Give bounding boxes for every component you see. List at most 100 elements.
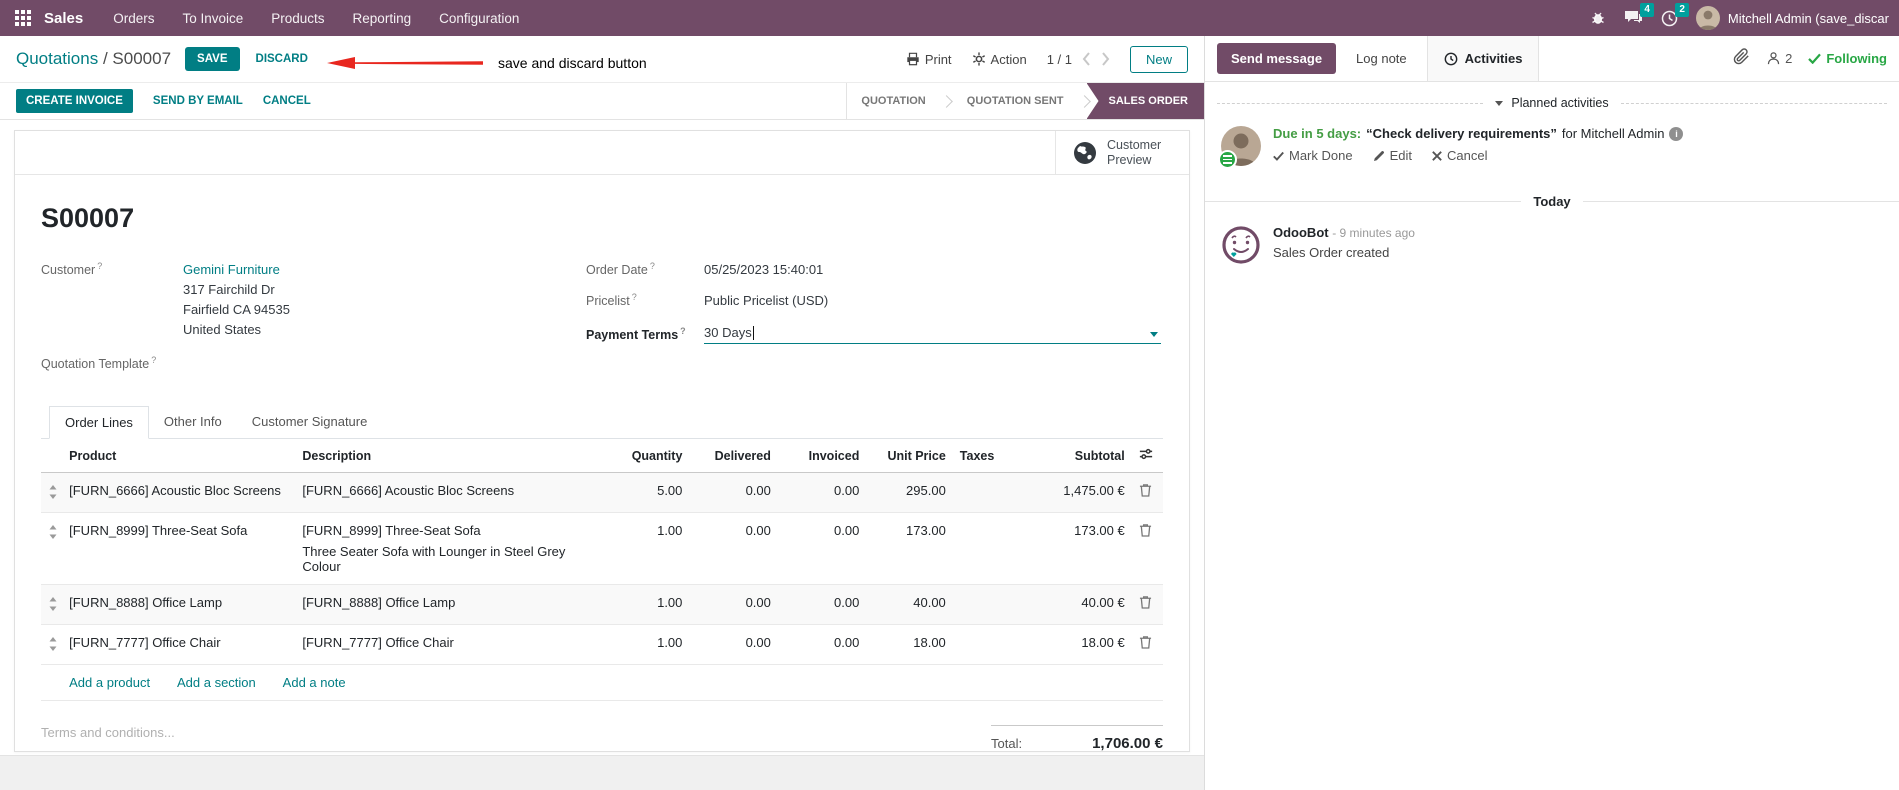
add-a-product-link[interactable]: Add a product — [69, 675, 150, 690]
cell-product[interactable]: [FURN_6666] Acoustic Bloc Screens — [65, 472, 299, 514]
cell-quantity[interactable]: 5.00 — [601, 472, 687, 514]
col-delivered[interactable]: Delivered — [686, 439, 775, 474]
cell-invoiced[interactable]: 0.00 — [774, 624, 864, 666]
col-taxes[interactable]: Taxes — [949, 439, 1013, 474]
cell-quantity[interactable]: 1.00 — [601, 624, 687, 666]
drag-handle-icon[interactable] — [41, 624, 66, 666]
col-quantity[interactable]: Quantity — [601, 439, 687, 474]
drag-handle-icon[interactable] — [41, 512, 66, 586]
cell-delivered[interactable]: 0.00 — [686, 472, 775, 514]
menu-configuration[interactable]: Configuration — [439, 11, 519, 26]
discard-button[interactable]: DISCARD — [256, 53, 308, 65]
col-description[interactable]: Description — [298, 439, 602, 474]
menu-orders[interactable]: Orders — [113, 11, 154, 26]
breadcrumb-quotations[interactable]: Quotations — [16, 49, 98, 68]
delete-line-icon[interactable] — [1128, 512, 1163, 586]
info-icon[interactable]: i — [1669, 126, 1684, 141]
cell-taxes[interactable] — [949, 512, 1013, 586]
terms-and-conditions-field[interactable]: Terms and conditions... — [41, 725, 175, 752]
tab-order-lines[interactable]: Order Lines — [49, 406, 149, 440]
cancel-activity-button[interactable]: Cancel — [1432, 148, 1487, 163]
cell-unit-price[interactable]: 18.00 — [863, 624, 950, 666]
drag-handle-icon[interactable] — [41, 472, 66, 514]
cell-unit-price[interactable]: 173.00 — [863, 512, 950, 586]
delete-line-icon[interactable] — [1128, 624, 1163, 666]
col-invoiced[interactable]: Invoiced — [774, 439, 864, 474]
customer-link[interactable]: Gemini Furniture — [183, 260, 290, 280]
app-name[interactable]: Sales — [44, 10, 83, 27]
customer-preview-button[interactable]: Customer Preview — [1055, 131, 1189, 174]
dropdown-caret-icon[interactable] — [1150, 332, 1158, 337]
order-line-row[interactable]: [FURN_7777] Office Chair [FURN_7777] Off… — [41, 624, 1163, 666]
cell-product[interactable]: [FURN_8888] Office Lamp — [65, 584, 299, 626]
create-invoice-button[interactable]: CREATE INVOICE — [16, 89, 133, 113]
tab-customer-signature[interactable]: Customer Signature — [237, 406, 383, 439]
new-button[interactable]: New — [1129, 45, 1188, 73]
send-message-button[interactable]: Send message — [1217, 43, 1337, 74]
print-button[interactable]: Print — [906, 52, 952, 67]
cell-unit-price[interactable]: 40.00 — [863, 584, 950, 626]
pricelist-value[interactable]: Public Pricelist (USD) — [704, 291, 828, 311]
send-by-email-button[interactable]: SEND BY EMAIL — [153, 95, 243, 107]
pager-prev-icon[interactable] — [1082, 52, 1091, 66]
save-button[interactable]: SAVE — [185, 47, 240, 71]
message-author[interactable]: OdooBot — [1273, 225, 1329, 240]
delete-line-icon[interactable] — [1128, 472, 1163, 514]
pager-next-icon[interactable] — [1101, 52, 1110, 66]
optional-columns-icon[interactable] — [1139, 449, 1153, 463]
delete-line-icon[interactable] — [1128, 584, 1163, 626]
edit-activity-button[interactable]: Edit — [1373, 148, 1412, 163]
payment-terms-input[interactable]: 30 Days — [704, 325, 1161, 344]
cell-delivered[interactable]: 0.00 — [686, 584, 775, 626]
cell-taxes[interactable] — [949, 624, 1013, 666]
col-product[interactable]: Product — [65, 439, 299, 474]
col-subtotal[interactable]: Subtotal — [1012, 439, 1129, 474]
user-menu[interactable]: Mitchell Admin (save_discar — [1695, 6, 1889, 30]
cell-quantity[interactable]: 1.00 — [601, 584, 687, 626]
cell-description[interactable]: [FURN_8999] Three-Seat Sofa Three Seater … — [298, 512, 602, 586]
cell-taxes[interactable] — [949, 584, 1013, 626]
add-a-section-link[interactable]: Add a section — [177, 675, 256, 690]
activities-tab[interactable]: Activities — [1426, 36, 1540, 81]
apps-grid-icon[interactable] — [14, 9, 32, 27]
menu-products[interactable]: Products — [271, 11, 324, 26]
menu-to-invoice[interactable]: To Invoice — [182, 11, 243, 26]
action-button[interactable]: Action — [972, 52, 1027, 67]
activities-clock-icon[interactable]: 2 — [1661, 2, 1689, 27]
cell-description[interactable]: [FURN_7777] Office Chair — [298, 624, 602, 666]
mark-done-button[interactable]: Mark Done — [1273, 148, 1353, 163]
followers-button[interactable]: 2 — [1766, 51, 1792, 66]
order-date-value[interactable]: 05/25/2023 15:40:01 — [704, 260, 823, 280]
activity-type-badge-icon — [1218, 150, 1237, 169]
debug-bug-icon[interactable] — [1590, 10, 1606, 26]
attach-files-button[interactable] — [1733, 47, 1750, 70]
cell-unit-price[interactable]: 295.00 — [863, 472, 950, 514]
messages-icon[interactable]: 4 — [1624, 3, 1654, 26]
planned-activities-toggle[interactable]: Planned activities — [1483, 96, 1620, 110]
stage-quotation-sent[interactable]: QUOTATION SENT — [953, 95, 1078, 107]
cell-product[interactable]: [FURN_8999] Three-Seat Sofa — [65, 512, 299, 586]
order-line-row[interactable]: [FURN_8999] Three-Seat Sofa [FURN_8999] … — [41, 512, 1163, 586]
cell-invoiced[interactable]: 0.00 — [774, 584, 864, 626]
cell-description[interactable]: [FURN_8888] Office Lamp — [298, 584, 602, 626]
cell-quantity[interactable]: 1.00 — [601, 512, 687, 586]
cancel-button[interactable]: CANCEL — [263, 95, 311, 107]
cell-product[interactable]: [FURN_7777] Office Chair — [65, 624, 299, 666]
col-unit-price[interactable]: Unit Price — [863, 439, 950, 474]
stage-sales-order[interactable]: SALES ORDER — [1086, 83, 1204, 119]
cell-taxes[interactable] — [949, 472, 1013, 514]
following-button[interactable]: Following — [1808, 51, 1887, 66]
stage-quotation[interactable]: QUOTATION — [847, 95, 939, 107]
tab-other-info[interactable]: Other Info — [149, 406, 237, 439]
order-line-row[interactable]: [FURN_6666] Acoustic Bloc Screens [FURN_… — [41, 472, 1163, 514]
cell-invoiced[interactable]: 0.00 — [774, 512, 864, 586]
add-a-note-link[interactable]: Add a note — [283, 675, 346, 690]
log-note-button[interactable]: Log note — [1356, 51, 1407, 66]
drag-handle-icon[interactable] — [41, 584, 66, 626]
cell-delivered[interactable]: 0.00 — [686, 624, 775, 666]
order-line-row[interactable]: [FURN_8888] Office Lamp [FURN_8888] Offi… — [41, 584, 1163, 626]
cell-delivered[interactable]: 0.00 — [686, 512, 775, 586]
cell-description[interactable]: [FURN_6666] Acoustic Bloc Screens — [298, 472, 602, 514]
menu-reporting[interactable]: Reporting — [353, 11, 412, 26]
cell-invoiced[interactable]: 0.00 — [774, 472, 864, 514]
